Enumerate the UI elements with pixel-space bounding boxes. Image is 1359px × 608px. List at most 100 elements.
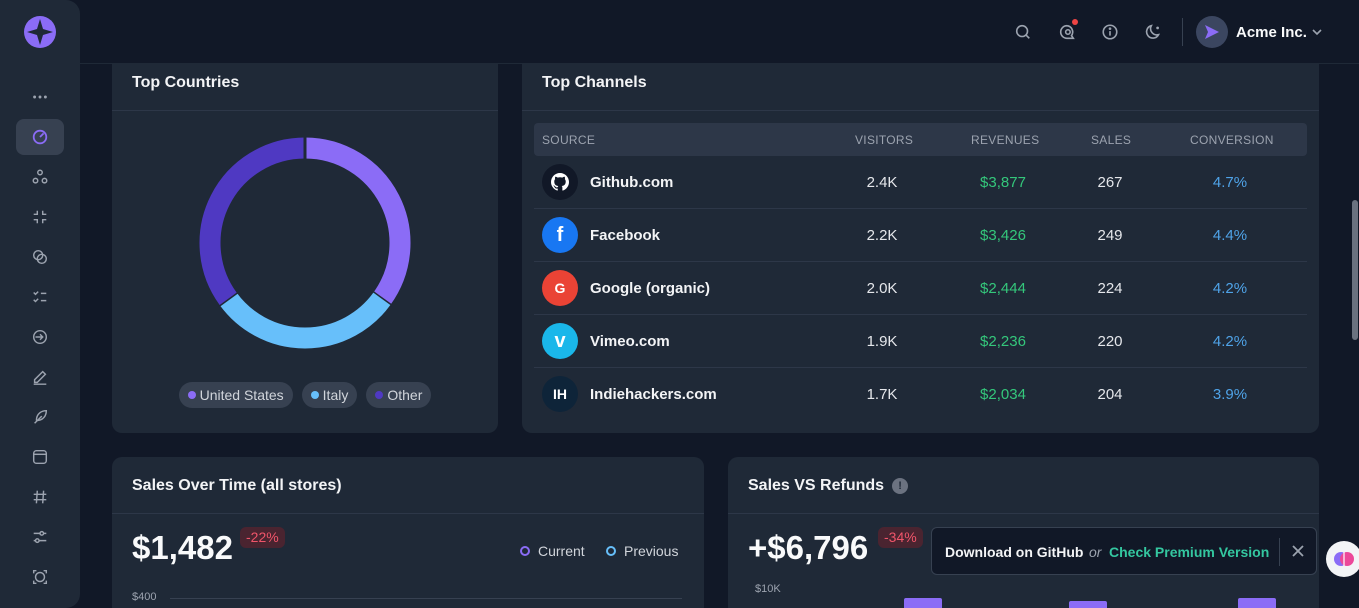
floating-app-button[interactable] xyxy=(1326,541,1359,577)
top-channels-card: Top Channels SOURCE VISITORS REVENUES SA… xyxy=(522,40,1319,433)
table-row[interactable]: Github.com 2.4K $3,877 267 4.7% xyxy=(534,156,1307,209)
table-row[interactable]: f Facebook 2.2K $3,426 249 4.4% xyxy=(534,209,1307,262)
sales-over-time-card: Sales Over Time (all stores) $1,482 -22%… xyxy=(112,457,704,608)
card-title: Sales Over Time (all stores) xyxy=(132,477,342,494)
bar xyxy=(904,598,942,608)
legend-dot xyxy=(310,391,319,399)
legend-marker xyxy=(606,546,616,556)
github-icon xyxy=(542,164,578,200)
source-name: Github.com xyxy=(590,174,674,191)
sidebar-item[interactable] xyxy=(16,519,64,555)
sidebar-item[interactable] xyxy=(16,79,64,115)
sidebar-item[interactable] xyxy=(16,199,64,235)
sidebar-item[interactable] xyxy=(16,559,64,595)
table-body: Github.com 2.4K $3,877 267 4.7% f Facebook 2.2K… xyxy=(522,156,1319,426)
donut-slice-italy[interactable] xyxy=(219,292,391,349)
visitors-cell: 2.2K xyxy=(866,227,898,244)
col-sales: SALES xyxy=(1091,133,1132,147)
legend-label: Previous xyxy=(624,543,679,559)
legend-item[interactable]: Other xyxy=(366,382,432,408)
logo-icon[interactable] xyxy=(24,16,56,48)
sidebar-item[interactable] xyxy=(16,119,64,155)
table-header: SOURCE VISITORS REVENUES SALES CONVERSIO… xyxy=(534,123,1307,156)
top-bar: Acme Inc. xyxy=(80,0,1359,64)
visitors-cell: 1.9K xyxy=(866,333,898,350)
scrollbar-thumb[interactable] xyxy=(1352,200,1358,340)
card-title: Sales VS Refunds xyxy=(748,477,885,494)
info-icon[interactable] xyxy=(1099,21,1121,43)
sidebar-item[interactable] xyxy=(16,399,64,435)
sidebar-item[interactable] xyxy=(16,239,64,275)
conversion-cell: 4.2% xyxy=(1212,280,1248,297)
sidebar-item[interactable] xyxy=(16,479,64,515)
revenue-cell: $2,236 xyxy=(980,333,1026,350)
legend-label: Current xyxy=(538,543,585,559)
donut-slice-other[interactable] xyxy=(199,137,306,306)
user-name: Acme Inc. xyxy=(1236,23,1307,41)
toast-or: or xyxy=(1089,544,1102,560)
revenue-cell: $2,444 xyxy=(980,280,1026,297)
login-icon xyxy=(32,329,48,345)
legend-item[interactable]: Italy xyxy=(301,382,358,408)
legend-item[interactable]: United States xyxy=(178,382,293,408)
card-title: Top Countries xyxy=(132,74,240,91)
hashtag-icon xyxy=(33,490,47,504)
source-name: Facebook xyxy=(590,227,661,244)
topbar-divider xyxy=(1182,18,1183,46)
legend-label: Other xyxy=(387,387,423,403)
legend-current[interactable]: Current xyxy=(520,543,585,559)
col-visitors: VISITORS xyxy=(855,133,914,147)
legend-marker xyxy=(520,546,530,556)
user-menu[interactable]: Acme Inc. xyxy=(1196,16,1323,48)
card-divider xyxy=(728,513,1319,514)
card-divider xyxy=(112,110,498,111)
chat-search-icon[interactable] xyxy=(1056,19,1078,43)
sidebar-item[interactable] xyxy=(16,279,64,315)
refunds-value: +$6,796 xyxy=(748,529,869,566)
revenue-cell: $3,426 xyxy=(980,227,1026,244)
feather-icon xyxy=(34,409,48,424)
indiehackers-icon: IH xyxy=(542,376,578,412)
close-icon[interactable] xyxy=(1290,543,1306,559)
donut-slice-united-states[interactable] xyxy=(304,137,411,306)
search-icon[interactable] xyxy=(1012,21,1034,43)
notification-dot xyxy=(1072,19,1078,25)
moon-icon[interactable] xyxy=(1143,21,1165,43)
sidebar-item[interactable] xyxy=(16,359,64,395)
info-badge-icon[interactable]: ! xyxy=(892,478,909,494)
conversion-cell: 3.9% xyxy=(1212,386,1248,403)
col-source: SOURCE xyxy=(542,133,596,147)
delta-badge: -34% xyxy=(878,527,923,548)
more-icon xyxy=(33,95,47,99)
delta-badge: -22% xyxy=(240,527,285,548)
shapes-icon xyxy=(32,249,48,265)
sales-cell: 249 xyxy=(1097,227,1123,244)
sidebar xyxy=(0,0,80,608)
legend-previous[interactable]: Previous xyxy=(606,543,678,559)
card-title: Top Channels xyxy=(542,74,647,91)
sidebar-item[interactable] xyxy=(16,319,64,355)
card-divider xyxy=(522,110,1319,111)
bar xyxy=(1069,601,1107,608)
brain-icon xyxy=(1334,552,1354,566)
top-countries-card: Top Countries United States Italy Other xyxy=(112,40,498,433)
sidebar-item[interactable] xyxy=(16,159,64,195)
table-row[interactable]: v Vimeo.com 1.9K $2,236 220 4.2% xyxy=(534,315,1307,368)
source-name: Google (organic) xyxy=(590,280,710,297)
sales-value: $1,482 xyxy=(132,529,233,566)
facebook-icon: f xyxy=(542,217,578,253)
download-github-link[interactable]: Download on GitHub xyxy=(945,544,1083,560)
col-conversion: CONVERSION xyxy=(1190,133,1274,147)
chevron-down-icon xyxy=(1312,29,1322,36)
conversion-cell: 4.7% xyxy=(1212,174,1248,191)
sliders-icon xyxy=(33,530,47,544)
premium-link[interactable]: Check Premium Version xyxy=(1109,544,1269,560)
aperture-icon xyxy=(32,569,48,585)
visitors-cell: 1.7K xyxy=(866,386,898,403)
sidebar-item[interactable] xyxy=(16,439,64,475)
source-name: Vimeo.com xyxy=(590,333,670,350)
legend-dot xyxy=(375,391,384,399)
revenue-cell: $2,034 xyxy=(980,386,1026,403)
table-row[interactable]: IH Indiehackers.com 1.7K $2,034 204 3.9% xyxy=(534,368,1307,421)
table-row[interactable]: G Google (organic) 2.0K $2,444 224 4.2% xyxy=(534,262,1307,315)
